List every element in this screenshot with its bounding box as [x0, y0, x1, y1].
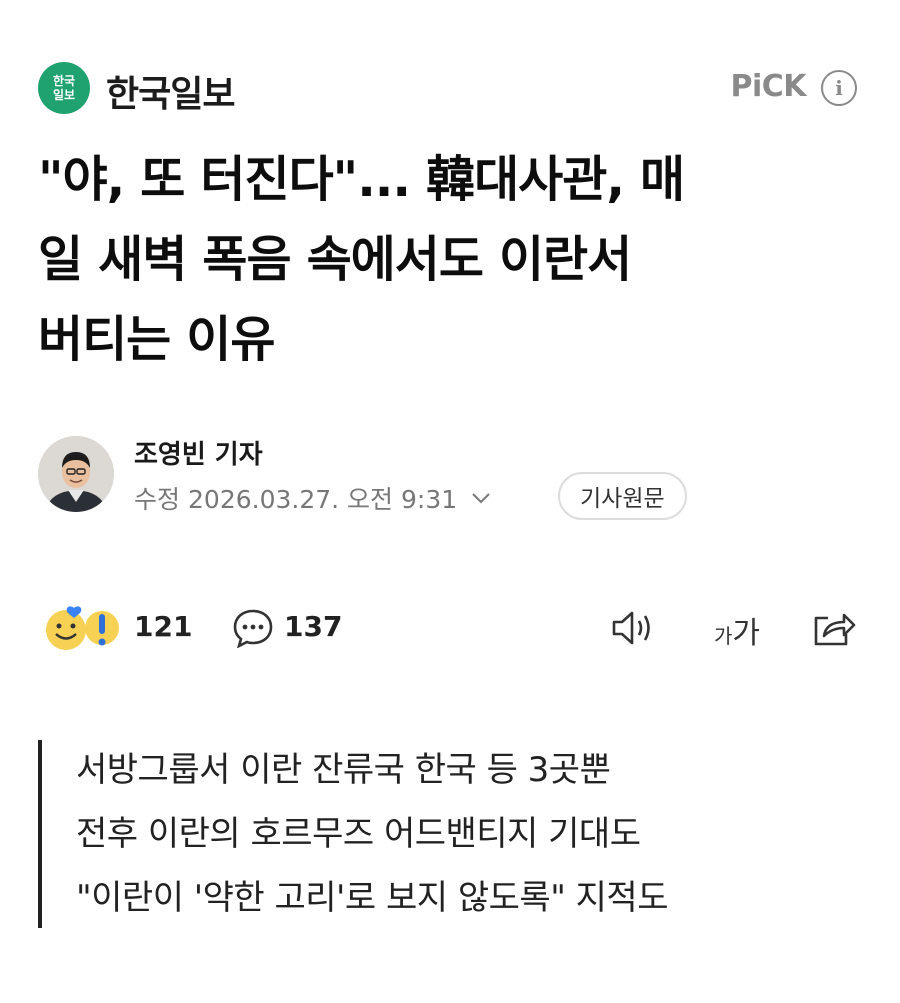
reaction-count: 121	[134, 610, 193, 643]
font-size-button[interactable]: 가 가	[714, 608, 760, 652]
comment-count: 137	[284, 610, 343, 643]
press-logo-line1: 한국	[52, 74, 76, 88]
press-logo[interactable]: 한국 일보	[38, 62, 90, 114]
font-size-large-label: 가	[732, 616, 761, 651]
article-date[interactable]: 수정 2026.03.27. 오전 9:31	[134, 480, 491, 516]
reaction-emoji-icon[interactable]	[44, 604, 120, 652]
pick-label: PiCK	[730, 69, 806, 104]
press-name[interactable]: 한국일보	[106, 65, 235, 117]
share-icon[interactable]	[810, 606, 856, 650]
speaker-icon[interactable]	[610, 608, 660, 648]
date-prefix: 수정	[134, 485, 181, 514]
headline-line-1: "야, 또 터진다"... 韓대사관, 매	[38, 151, 685, 208]
press-logo-line2: 일보	[52, 88, 76, 102]
summary-line-2: 전후 이란의 호르무즈 어드밴티지 기대도	[76, 814, 641, 854]
article-headline: "야, 또 터진다"... 韓대사관, 매 일 새벽 폭음 속에서도 이란서 버…	[38, 140, 868, 380]
summary-line-3: "이란이 '약한 고리'로 보지 않도록" 지적도	[76, 878, 669, 918]
author-row: 조영빈 기자 수정 2026.03.27. 오전 9:31 기사원문	[38, 432, 860, 522]
font-size-small-label: 가	[714, 624, 733, 648]
summary-line-1: 서방그룹서 이란 잔류국 한국 등 3곳뿐	[76, 750, 611, 790]
date-value: 2026.03.27. 오전 9:31	[188, 485, 458, 514]
comment-icon[interactable]	[232, 608, 274, 649]
author-name[interactable]: 조영빈 기자	[134, 434, 263, 471]
headline-line-3: 버티는 이유	[38, 311, 275, 368]
article-summary: 서방그룹서 이란 잔류국 한국 등 3곳뿐 전후 이란의 호르무즈 어드밴티지 …	[38, 740, 860, 928]
action-bar: 121 137 가 가	[38, 598, 860, 658]
author-avatar[interactable]	[38, 436, 114, 512]
chevron-down-icon[interactable]	[471, 488, 491, 509]
press-header: 한국 일보 한국일보 PiCK i	[38, 60, 860, 116]
original-article-button[interactable]: 기사원문	[558, 472, 687, 520]
info-icon[interactable]: i	[821, 70, 857, 106]
headline-line-2: 일 새벽 폭음 속에서도 이란서	[38, 231, 632, 288]
